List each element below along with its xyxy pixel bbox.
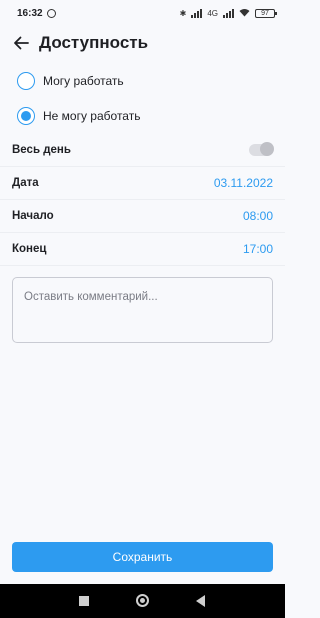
system-nav-bar (0, 584, 285, 618)
comment-field[interactable] (12, 277, 273, 343)
whatsapp-notification-icon (46, 8, 56, 18)
page-title: Доступность (39, 33, 149, 52)
all-day-row: Весь день (0, 134, 285, 167)
toggle-knob (260, 142, 274, 156)
start-label: Начало (12, 210, 54, 222)
option-label: Не могу работать (43, 109, 141, 123)
end-time-value[interactable]: 17:00 (243, 242, 273, 256)
signal-icon (191, 8, 203, 18)
all-day-toggle[interactable] (249, 142, 274, 156)
date-row[interactable]: Дата 03.11.2022 (0, 167, 285, 200)
date-value[interactable]: 03.11.2022 (214, 176, 273, 190)
radio-button-selected[interactable] (17, 107, 35, 125)
end-row[interactable]: Конец 17:00 (0, 233, 285, 266)
wifi-icon (239, 8, 250, 19)
app-header: Доступность (0, 28, 285, 58)
home-icon[interactable] (136, 594, 149, 607)
radio-dot (21, 111, 31, 121)
date-label: Дата (12, 177, 39, 189)
status-time: 16:32 (17, 7, 43, 19)
signal-icon-2 (223, 8, 234, 18)
all-day-label: Весь день (12, 144, 71, 156)
option-cannot-work[interactable]: Не могу работать (17, 105, 140, 127)
bluetooth-icon: ✱ (179, 8, 187, 18)
recent-apps-icon[interactable] (79, 596, 89, 606)
arrow-left-icon[interactable] (11, 33, 31, 53)
save-button[interactable]: Сохранить (12, 542, 273, 572)
back-triangle-icon[interactable] (196, 595, 205, 607)
option-can-work[interactable]: Могу работать (17, 70, 124, 92)
radio-button-unselected[interactable] (17, 72, 35, 90)
status-bar: 16:32 ✱ 4G 97 (0, 0, 285, 26)
status-icons: ✱ 4G 97 (179, 8, 277, 19)
end-label: Конец (12, 243, 47, 255)
network-type-label: 4G (207, 8, 218, 18)
battery-icon: 97 (255, 8, 277, 18)
start-time-value[interactable]: 08:00 (243, 209, 273, 223)
start-row[interactable]: Начало 08:00 (0, 200, 285, 233)
option-label: Могу работать (43, 74, 124, 88)
